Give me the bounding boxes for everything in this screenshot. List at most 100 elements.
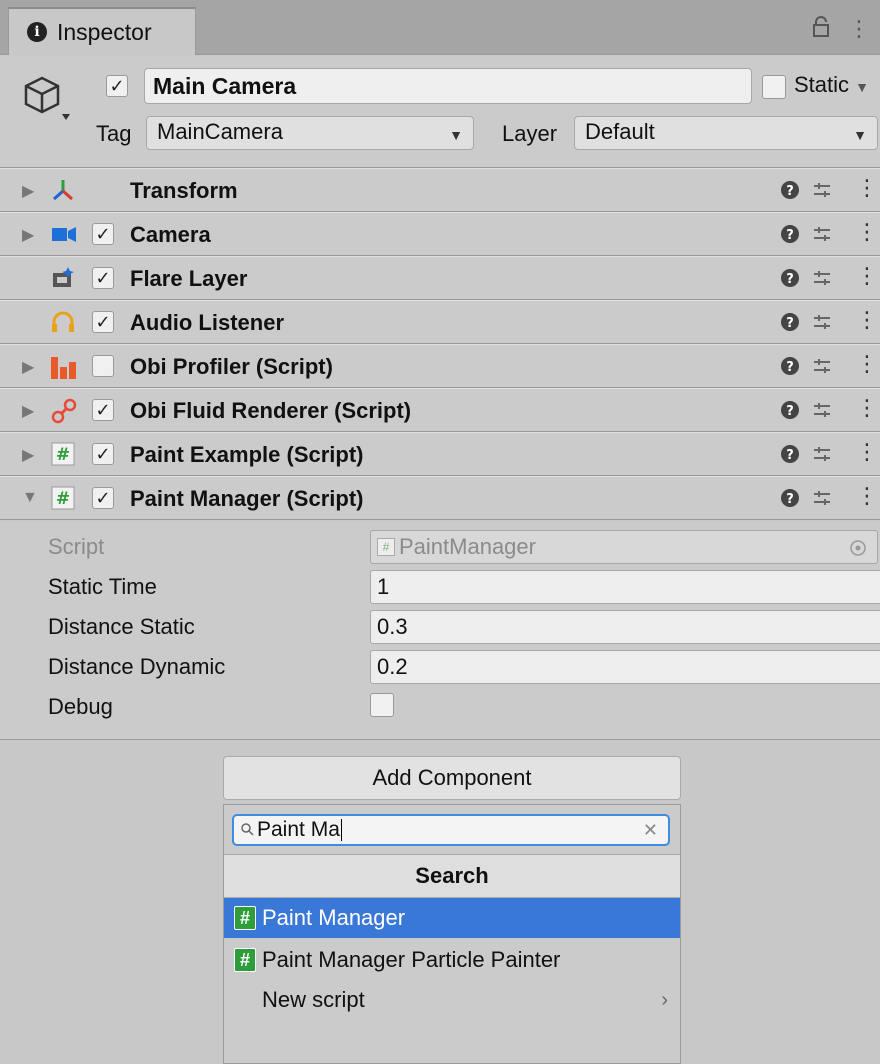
foldout-arrow-icon[interactable]: ▶	[22, 445, 34, 465]
lock-icon[interactable]	[812, 16, 830, 44]
svg-text:#: #	[56, 489, 70, 509]
clear-search-icon[interactable]: ✕	[643, 820, 658, 841]
gameobject-cube-icon[interactable]	[22, 74, 70, 122]
tag-dropdown[interactable]: MainCamera ▼	[146, 116, 474, 150]
debug-checkbox[interactable]	[370, 693, 394, 717]
chevron-right-icon: ›	[661, 988, 668, 1011]
static-time-label: Static Time	[48, 574, 157, 599]
component-name: Flare Layer	[130, 266, 248, 291]
component-row-audio-listener[interactable]: ✓ Audio Listener ? ⋮	[0, 300, 880, 344]
text-cursor	[340, 819, 342, 841]
script-icon: #	[50, 485, 76, 511]
component-row-paint-manager[interactable]: ▼ # ✓ Paint Manager (Script) ? ⋮	[0, 476, 880, 520]
distance-dynamic-field[interactable]: 0.2	[370, 650, 880, 684]
script-icon: #	[234, 906, 256, 930]
component-enabled-checkbox[interactable]: ✓	[92, 267, 114, 289]
camera-icon	[50, 221, 76, 247]
result-label: Paint Manager	[262, 905, 406, 930]
script-field[interactable]: # PaintManager	[370, 530, 878, 564]
help-icon[interactable]: ?	[780, 488, 800, 508]
search-result-paint-manager-particle-painter[interactable]: # Paint Manager Particle Painter	[224, 940, 680, 980]
layer-label: Layer	[502, 121, 558, 146]
object-name-field[interactable]: Main Camera	[144, 68, 752, 104]
kebab-menu-icon[interactable]: ⋮	[856, 175, 878, 201]
foldout-arrow-expanded-icon[interactable]: ▼	[22, 489, 38, 507]
static-time-field[interactable]: 1	[370, 570, 880, 604]
component-row-camera[interactable]: ▶ ✓ Camera ? ⋮	[0, 212, 880, 256]
kebab-menu-icon[interactable]: ⋮	[856, 307, 878, 333]
layer-dropdown[interactable]: Default ▼	[574, 116, 878, 150]
help-icon[interactable]: ?	[780, 268, 800, 288]
component-row-obi-profiler[interactable]: ▶ Obi Profiler (Script) ? ⋮	[0, 344, 880, 388]
component-enabled-checkbox[interactable]: ✓	[92, 487, 114, 509]
presets-icon[interactable]	[812, 312, 832, 332]
svg-text:?: ?	[786, 184, 794, 199]
presets-icon[interactable]	[812, 488, 832, 508]
component-name: Paint Example (Script)	[130, 442, 364, 467]
static-label: Static	[794, 72, 850, 97]
flare-layer-icon	[50, 265, 76, 291]
kebab-menu-icon[interactable]: ⋮	[856, 395, 878, 421]
component-search-input[interactable]: Paint Ma ✕	[232, 814, 670, 846]
kebab-menu-icon[interactable]: ⋮	[856, 263, 878, 289]
help-icon[interactable]: ?	[780, 444, 800, 464]
component-enabled-checkbox[interactable]: ✓	[92, 443, 114, 465]
foldout-arrow-icon[interactable]: ▶	[22, 357, 34, 377]
help-icon[interactable]: ?	[780, 312, 800, 332]
presets-icon[interactable]	[812, 224, 832, 244]
component-enabled-checkbox[interactable]	[92, 355, 114, 377]
presets-icon[interactable]	[812, 180, 832, 200]
kebab-menu-icon[interactable]: ⋮	[856, 439, 878, 465]
presets-icon[interactable]	[812, 400, 832, 420]
component-name: Obi Profiler (Script)	[130, 354, 333, 379]
component-row-transform[interactable]: ▶ Transform ? ⋮	[0, 168, 880, 212]
presets-icon[interactable]	[812, 444, 832, 464]
chevron-down-icon: ▼	[855, 79, 870, 95]
new-script-item[interactable]: New script ›	[224, 980, 680, 1020]
component-name: Camera	[130, 222, 211, 247]
tab-label: Inspector	[57, 18, 152, 45]
add-component-button[interactable]: Add Component	[223, 756, 681, 800]
kebab-menu-icon[interactable]: ⋮	[856, 483, 878, 509]
svg-text:?: ?	[786, 228, 794, 243]
search-icon	[240, 818, 254, 842]
static-checkbox[interactable]	[762, 75, 786, 99]
help-icon[interactable]: ?	[780, 356, 800, 376]
component-row-paint-example[interactable]: ▶ # ✓ Paint Example (Script) ? ⋮	[0, 432, 880, 476]
component-row-obi-fluid-renderer[interactable]: ▶ ✓ Obi Fluid Renderer (Script) ? ⋮	[0, 388, 880, 432]
result-label: Paint Manager Particle Painter	[262, 947, 561, 972]
new-script-label: New script	[262, 987, 365, 1012]
svg-text:?: ?	[786, 360, 794, 375]
kebab-menu-icon[interactable]: ⋮	[848, 16, 870, 44]
layer-value: Default	[585, 119, 655, 144]
fluid-renderer-icon	[50, 397, 77, 424]
foldout-arrow-icon[interactable]: ▶	[22, 225, 34, 245]
help-icon[interactable]: ?	[780, 224, 800, 244]
kebab-menu-icon[interactable]: ⋮	[856, 351, 878, 377]
search-value: Paint Ma	[257, 818, 340, 841]
component-name: Obi Fluid Renderer (Script)	[130, 398, 412, 423]
active-checkbox[interactable]: ✓	[106, 75, 128, 97]
search-result-paint-manager[interactable]: # Paint Manager	[224, 898, 680, 938]
tab-actions: ⋮	[812, 16, 870, 44]
tab-inspector[interactable]: i Inspector	[8, 7, 196, 55]
static-dropdown[interactable]: Static ▼	[794, 72, 869, 98]
presets-icon[interactable]	[812, 268, 832, 288]
component-name: Transform	[130, 178, 238, 203]
distance-static-field[interactable]: 0.3	[370, 610, 880, 644]
component-enabled-checkbox[interactable]: ✓	[92, 311, 114, 333]
kebab-menu-icon[interactable]: ⋮	[856, 219, 878, 245]
script-icon: #	[377, 538, 395, 556]
tag-label: Tag	[96, 121, 132, 146]
script-label: Script	[48, 534, 105, 559]
script-icon: #	[234, 948, 256, 972]
foldout-arrow-icon[interactable]: ▶	[22, 181, 34, 201]
foldout-arrow-icon[interactable]: ▶	[22, 401, 34, 421]
component-row-flare-layer[interactable]: ✓ Flare Layer ? ⋮	[0, 256, 880, 300]
presets-icon[interactable]	[812, 356, 832, 376]
help-icon[interactable]: ?	[780, 180, 800, 200]
help-icon[interactable]: ?	[780, 400, 800, 420]
object-picker-icon[interactable]	[849, 537, 867, 563]
component-enabled-checkbox[interactable]: ✓	[92, 223, 114, 245]
component-enabled-checkbox[interactable]: ✓	[92, 399, 114, 421]
